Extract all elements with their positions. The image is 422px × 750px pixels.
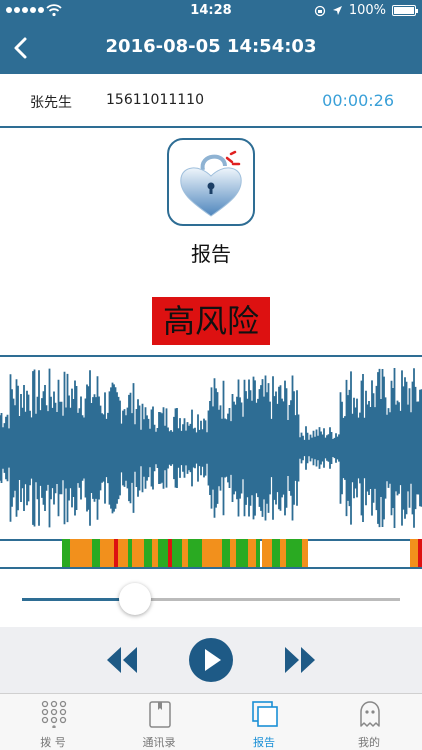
play-button[interactable]	[188, 637, 234, 683]
risk-segment	[70, 539, 92, 567]
status-bar: 14:28 100%	[0, 0, 422, 22]
report-icon	[252, 701, 278, 727]
risk-segment	[272, 539, 280, 567]
audio-waveform-panel	[0, 355, 422, 541]
waveform-path	[0, 368, 422, 528]
fast-forward-button[interactable]	[283, 645, 317, 675]
call-info-row: 张先生 15611011110 00:00:26	[0, 74, 422, 128]
tab-contacts[interactable]: 通讯录	[106, 694, 212, 750]
risk-segment	[100, 539, 114, 567]
risk-level-badge: 高风险	[152, 297, 270, 345]
risk-segment	[410, 539, 418, 567]
tab-report[interactable]: 报告	[211, 694, 317, 750]
risk-segment	[168, 539, 172, 567]
report-title: 报告	[191, 242, 231, 266]
playback-controls	[0, 627, 422, 693]
risk-segment	[418, 539, 422, 567]
playback-slider[interactable]	[22, 583, 400, 615]
phone-number: 15611011110	[106, 92, 204, 108]
slider-progress	[22, 598, 136, 601]
risk-segment	[118, 539, 128, 567]
risk-segment	[302, 539, 308, 567]
risk-segment	[262, 539, 272, 567]
tab-label: 报告	[253, 736, 275, 749]
risk-segment	[248, 539, 256, 567]
page-title: 2016-08-05 14:54:03	[105, 36, 317, 57]
risk-timeline-strip	[0, 539, 422, 569]
risk-segment	[114, 539, 118, 567]
contact-name: 张先生	[30, 95, 72, 111]
risk-segment	[132, 539, 144, 567]
tab-profile[interactable]: 我的	[316, 694, 422, 750]
contacts-book-icon	[149, 701, 171, 728]
risk-segment	[188, 539, 202, 567]
tab-label: 拨 号	[40, 736, 66, 749]
risk-segment	[152, 539, 158, 567]
orientation-lock-icon	[314, 5, 325, 16]
tab-dial[interactable]: 拨 号	[0, 694, 106, 750]
tab-label: 通讯录	[142, 736, 176, 749]
risk-segment	[128, 539, 132, 567]
risk-segment	[236, 539, 248, 567]
audio-waveform	[0, 368, 422, 528]
risk-segment	[230, 539, 236, 567]
risk-timeline	[62, 539, 422, 567]
risk-segment	[182, 539, 188, 567]
risk-segment	[62, 539, 70, 567]
app-logo	[167, 138, 255, 226]
risk-segment	[222, 539, 230, 567]
risk-segment	[286, 539, 302, 567]
risk-segment	[256, 539, 260, 567]
tab-bar: 拨 号 通讯录 报告 我的	[0, 693, 422, 750]
slider-thumb[interactable]	[119, 583, 152, 615]
risk-segment	[280, 539, 286, 567]
battery-percent: 100%	[348, 3, 386, 18]
risk-segment	[202, 539, 222, 567]
location-arrow-icon	[332, 6, 342, 15]
rewind-button[interactable]	[105, 645, 139, 675]
risk-segment	[144, 539, 152, 567]
nav-bar: 2016-08-05 14:54:03	[0, 22, 422, 74]
call-duration: 00:00:26	[322, 91, 394, 110]
ghost-profile-icon	[360, 701, 380, 727]
battery-icon	[392, 5, 418, 16]
risk-segment	[158, 539, 168, 567]
keypad-icon	[41, 700, 67, 728]
risk-segment	[92, 539, 100, 567]
tab-label: 我的	[358, 736, 380, 749]
heart-lock-icon	[180, 150, 242, 217]
risk-segment	[172, 539, 182, 567]
